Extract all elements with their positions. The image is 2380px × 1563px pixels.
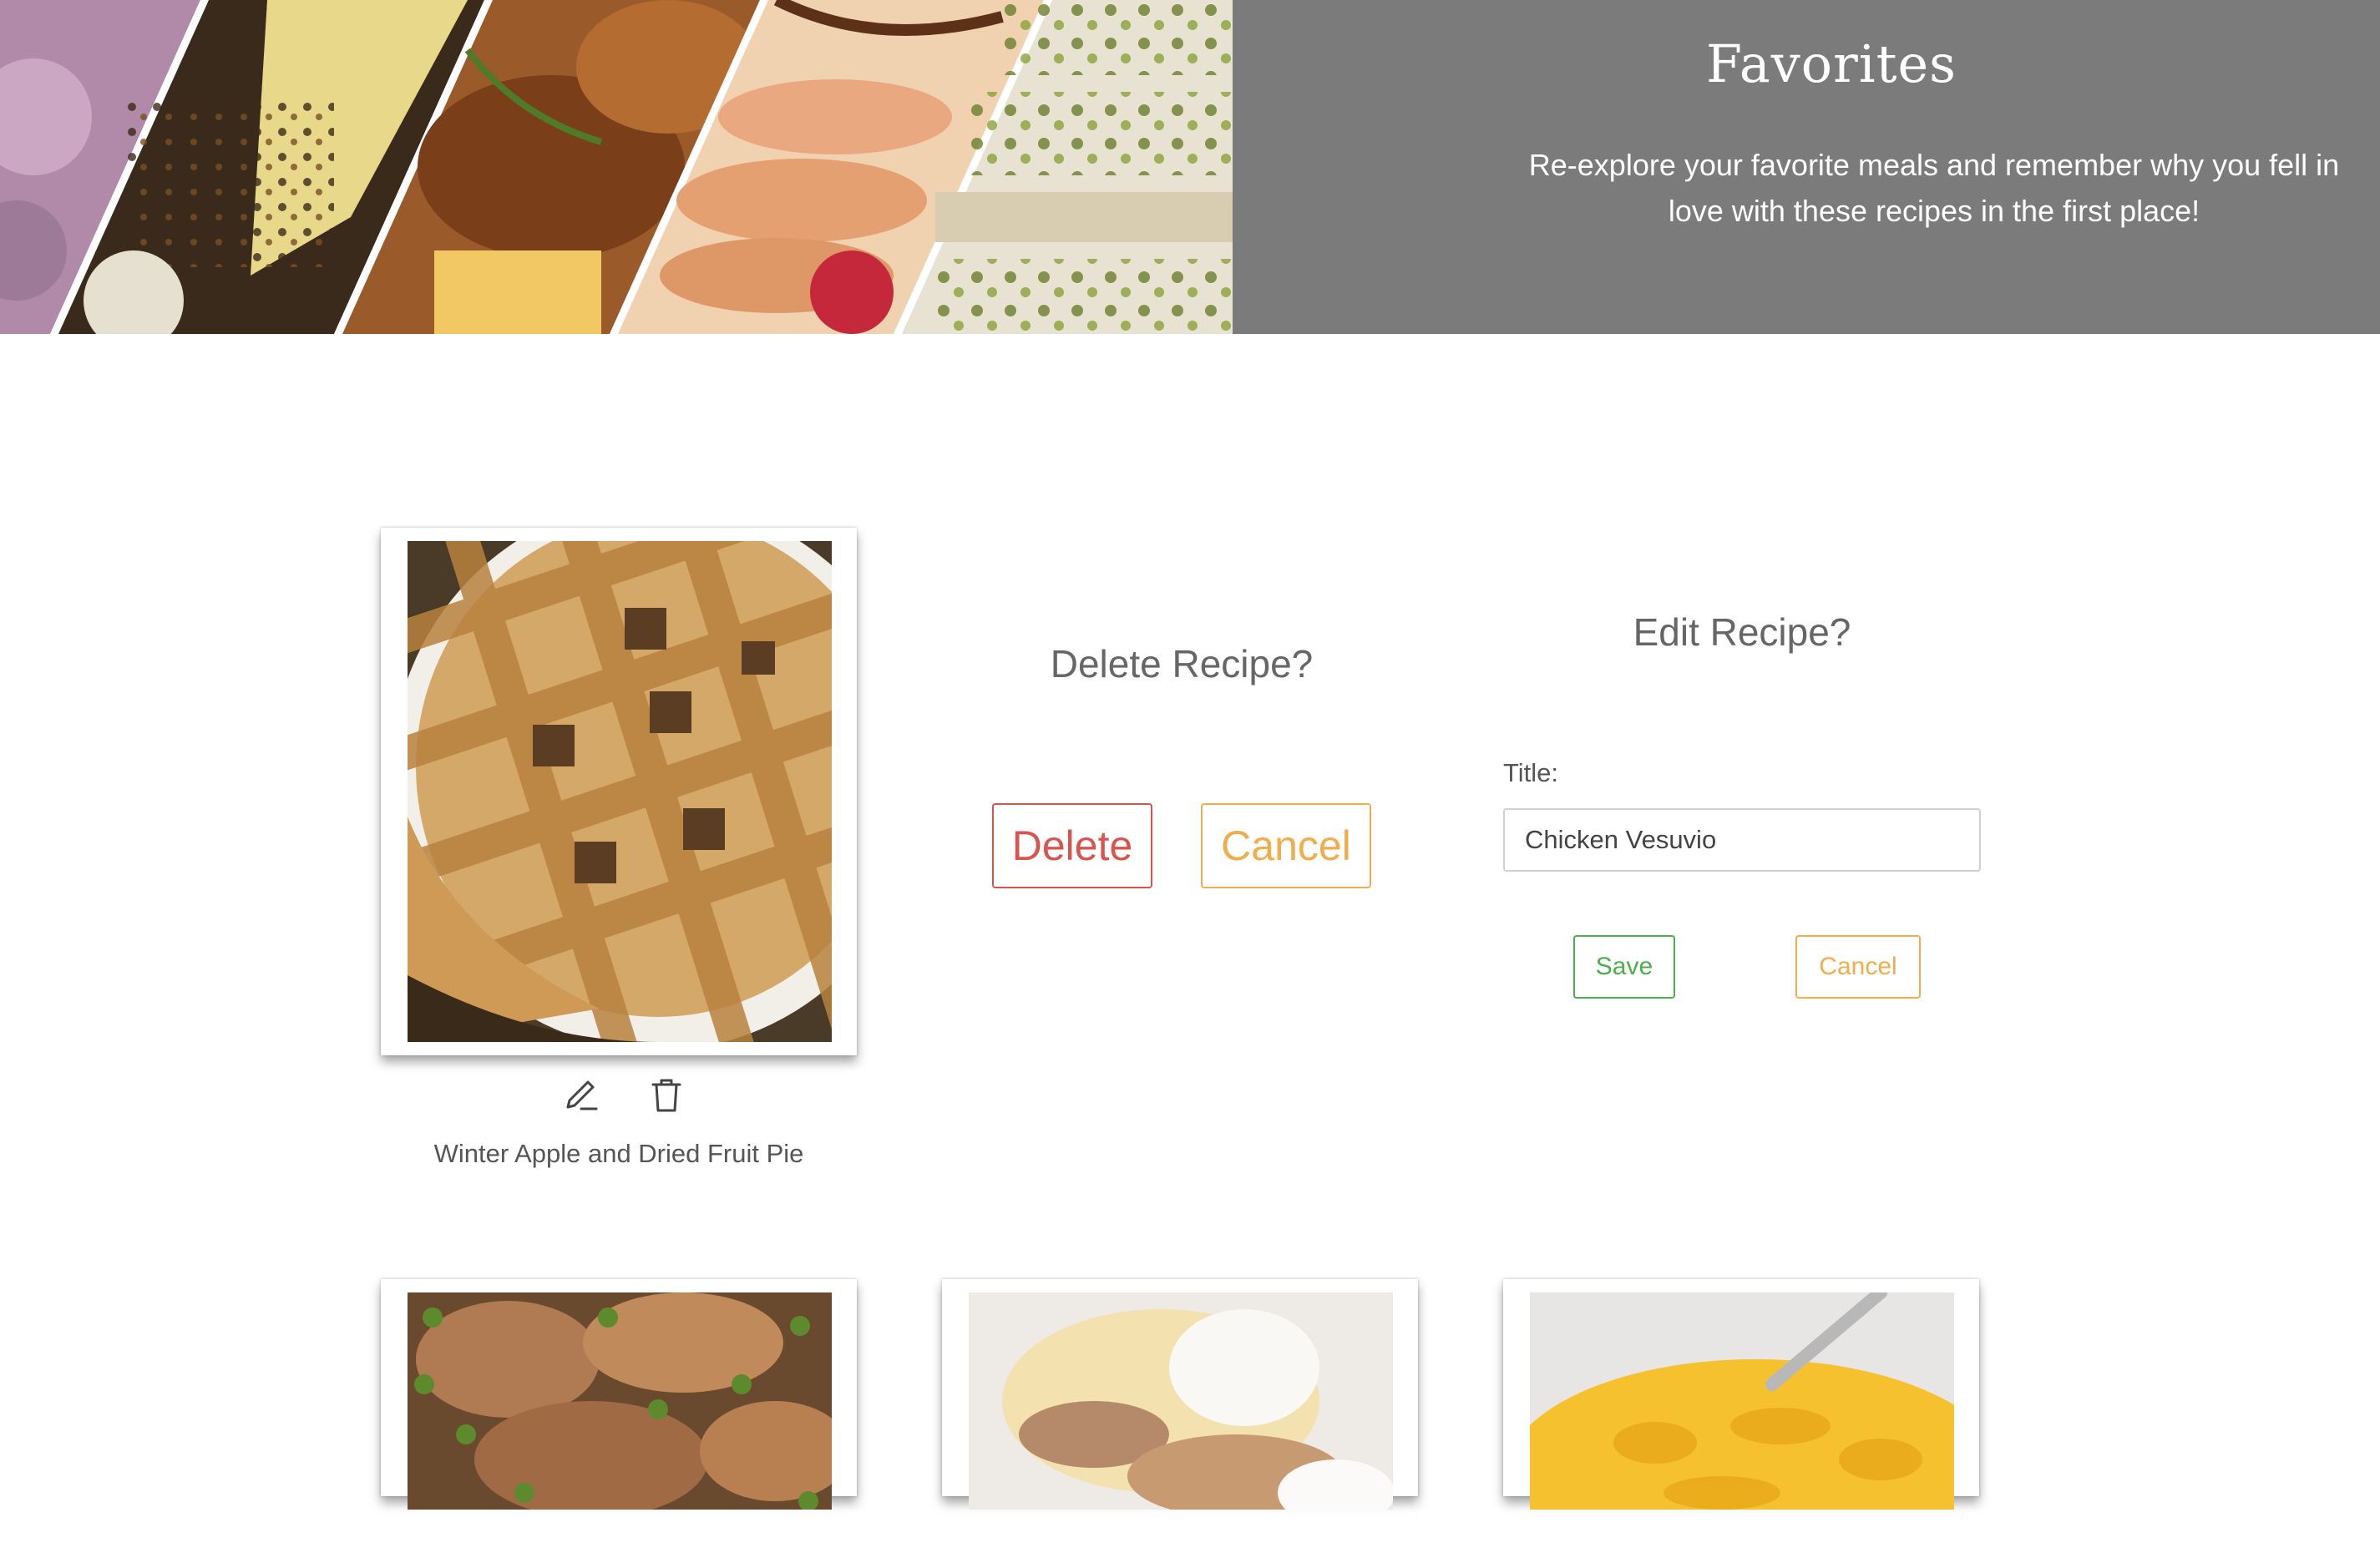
page-subtitle: Re-explore your favorite meals and remem… [1528,148,2340,228]
page-title: Favorites [1705,33,1957,94]
recipe-photo [969,1292,1393,1510]
recipe-card[interactable] [381,528,857,1055]
delete-panel-title: Delete Recipe? [1050,642,1314,685]
pencil-icon[interactable] [560,1074,603,1117]
recipe-card-title[interactable]: Winter Apple and Dried Fruit Pie [381,1139,857,1169]
food-banner-image [0,0,1233,334]
recipe-photo [408,541,832,1042]
recipe-card[interactable] [942,1279,1418,1510]
recipe-photo [408,1292,832,1510]
edit-cancel-button[interactable]: Cancel [1795,935,1921,999]
trash-icon[interactable] [645,1074,688,1117]
recipe-card[interactable] [381,1279,857,1510]
title-field-label: Title: [1503,758,1559,787]
header-hero: Favorites Re-explore your favorite meals… [1233,0,2380,334]
edit-panel-title: Edit Recipe? [1633,610,1851,654]
recipe-title-input[interactable] [1503,808,1981,872]
recipe-card[interactable] [1503,1279,1979,1510]
page-header: Favorites Re-explore your favorite meals… [0,0,2380,334]
delete-button[interactable]: Delete [992,803,1152,888]
recipe-photo [1530,1292,1954,1510]
delete-cancel-button[interactable]: Cancel [1201,803,1371,888]
save-button[interactable]: Save [1573,935,1675,999]
recipe-card-actions [560,1074,688,1115]
